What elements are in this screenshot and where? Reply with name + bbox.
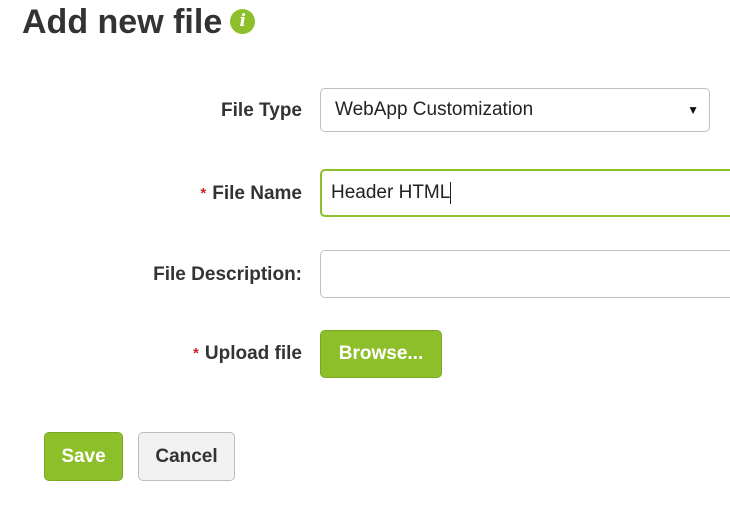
file-name-value: Header HTML <box>331 182 451 203</box>
required-marker: * <box>200 184 207 202</box>
file-name-label-wrap: * File Name <box>0 183 302 205</box>
required-marker: * <box>193 345 199 362</box>
upload-file-label: Upload file <box>204 343 302 364</box>
page-title: Add new file <box>22 3 223 41</box>
save-button[interactable]: Save <box>44 432 123 481</box>
info-icon[interactable]: i <box>230 8 256 34</box>
file-type-label: File Type <box>221 100 302 121</box>
page-header: Add new file i <box>22 2 256 42</box>
file-name-row: * File Name Header HTML <box>0 169 730 218</box>
file-description-input[interactable] <box>320 250 730 298</box>
file-name-input[interactable]: Header HTML <box>320 169 730 217</box>
add-file-page: Add new file i File Type WebApp Customiz… <box>0 0 730 530</box>
browse-button[interactable]: Browse... <box>320 330 442 378</box>
file-type-select[interactable]: WebApp Customization ▼ <box>320 88 710 132</box>
text-cursor <box>450 182 452 204</box>
upload-file-label-wrap: * Upload file <box>0 343 302 365</box>
file-description-label: File Description: <box>153 263 302 285</box>
file-type-row: File Type WebApp Customization ▼ <box>0 88 730 134</box>
file-type-selected-value: WebApp Customization <box>335 99 534 120</box>
file-description-row: File Description: <box>0 250 730 299</box>
file-name-label: File Name <box>212 182 302 204</box>
dropdown-caret-icon: ▼ <box>687 103 699 117</box>
cancel-button[interactable]: Cancel <box>138 432 235 481</box>
upload-file-row: * Upload file Browse... <box>0 330 730 378</box>
